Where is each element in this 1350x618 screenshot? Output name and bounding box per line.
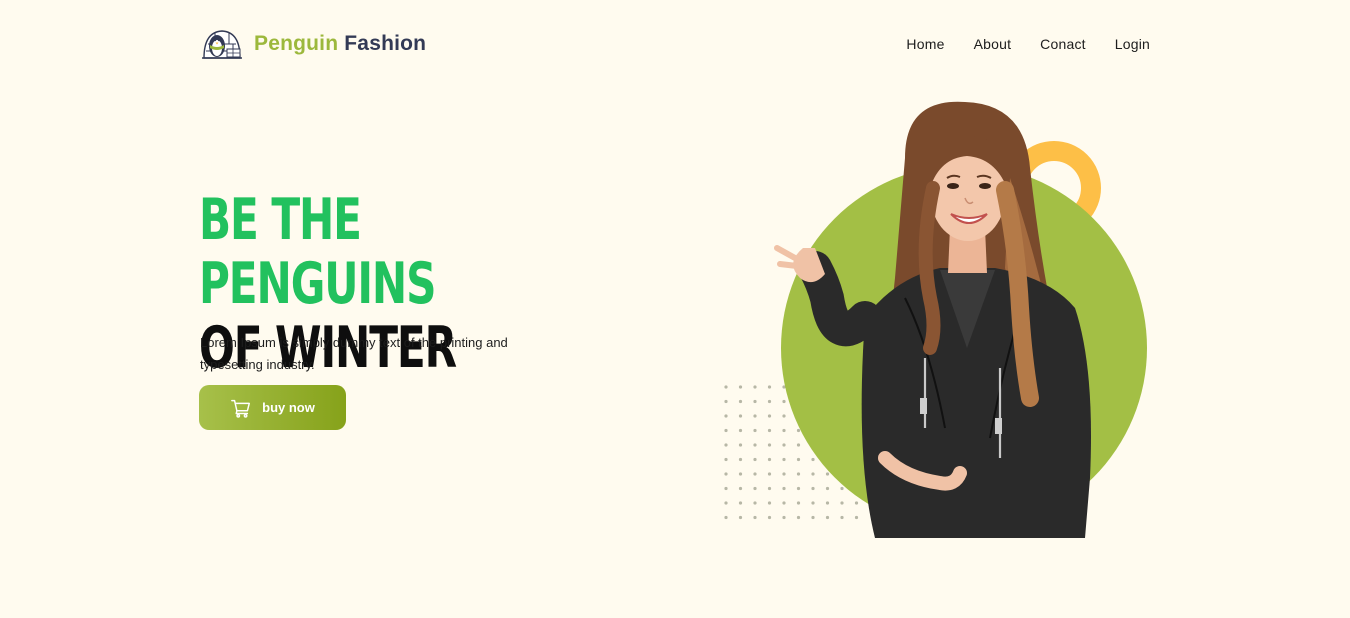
hero-title-line1: BE THE PENGUINS [199,187,437,317]
brand-name-part2: Fashion [344,32,427,55]
dot [738,472,743,476]
brand[interactable]: Penguin Fashion [200,26,426,62]
penguin-igloo-logo-icon [202,30,242,59]
dot [738,515,743,520]
dot [738,457,743,462]
dot [724,515,728,520]
main-nav: Home About Conact Login [906,36,1150,52]
dot [738,486,743,491]
model-photo [774,101,1091,538]
brand-name-part1: Penguin [254,32,339,55]
cart-icon [231,399,251,418]
nav-about-link[interactable]: About [974,36,1012,52]
dot [724,399,728,404]
dot [738,414,743,418]
dot [738,443,743,447]
hero-description: Lorem Ipsum is simply dummy text of the … [200,335,508,372]
nav-contact-link[interactable]: Conact [1040,36,1086,52]
dot [724,472,728,476]
dot [738,501,743,505]
dot [724,457,728,462]
hero-illustration [700,90,1170,550]
nav-home-link[interactable]: Home [906,36,944,52]
brand-name: Penguin Fashion [254,32,426,56]
dot [738,385,743,389]
buy-now-button[interactable]: buy now [199,385,346,430]
nav-login-link[interactable]: Login [1115,36,1150,52]
dot [724,443,728,447]
site-header: Penguin Fashion Home About Conact Login [200,24,1150,64]
dot [724,414,728,418]
dot [724,385,728,389]
dot [724,428,728,433]
dot [724,501,728,505]
buy-now-label: buy now [262,400,315,415]
dot [738,399,743,404]
landing-page: Penguin Fashion Home About Conact Login … [0,0,1350,618]
dot [738,428,743,433]
dot [724,486,728,491]
